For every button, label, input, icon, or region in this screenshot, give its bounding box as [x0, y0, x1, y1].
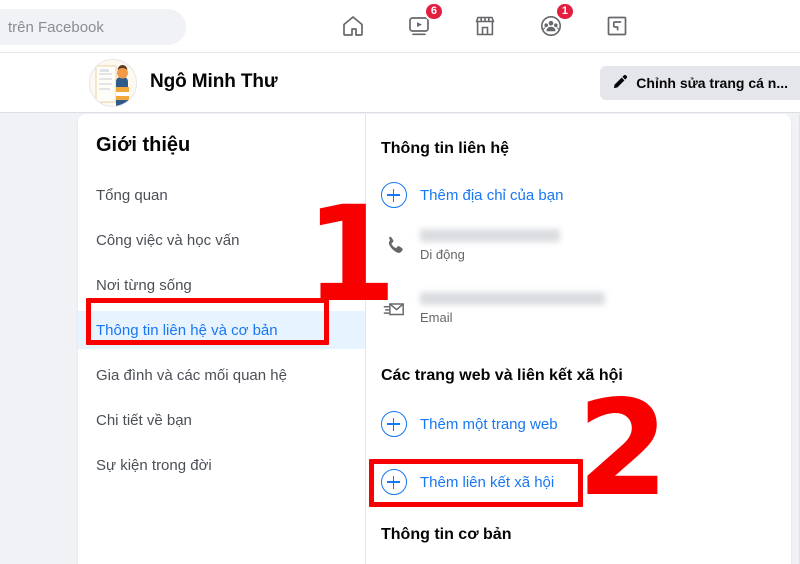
- sidebar-title: Giới thiệu: [96, 134, 191, 156]
- sidebar-item-label: Gia đình và các mối quan hệ: [96, 366, 287, 384]
- profile-header-bar: Ngô Minh Thư Chỉnh sửa trang cá n...: [0, 53, 800, 113]
- plus-icon: [381, 411, 407, 437]
- sidebar-item-label: Công việc và học vấn: [96, 231, 240, 249]
- search-placeholder-text: trên Facebook: [8, 18, 104, 36]
- nav-gaming[interactable]: [584, 0, 650, 52]
- sidebar-item-family-relationships[interactable]: Gia đình và các mối quan hệ: [78, 356, 365, 394]
- nav-watch[interactable]: 6: [386, 0, 452, 52]
- pencil-icon: [613, 74, 628, 92]
- marketplace-icon: [471, 12, 499, 40]
- sidebar-item-label: Nơi từng sống: [96, 276, 192, 294]
- add-website-label: Thêm một trang web: [420, 415, 558, 433]
- annotation-number-1: 1: [305, 178, 397, 332]
- nav-home[interactable]: [320, 0, 386, 52]
- watch-badge-count: 6: [423, 2, 444, 21]
- sidebar-item-life-events[interactable]: Sự kiện trong đời: [78, 446, 365, 484]
- basic-info-heading: Thông tin cơ bản: [381, 526, 512, 543]
- sidebar-item-label: Tổng quan: [96, 186, 168, 204]
- profile-name: Ngô Minh Thư: [150, 71, 278, 92]
- contact-info-heading: Thông tin liên hệ: [381, 140, 509, 157]
- facebook-profile-about-page: trên Facebook 6 1 Ngô Minh Thư Chỉnh sửa…: [0, 0, 800, 564]
- groups-badge-count: 1: [554, 2, 575, 21]
- edit-profile-button[interactable]: Chỉnh sửa trang cá n...: [600, 66, 800, 100]
- add-website-row[interactable]: Thêm một trang web: [381, 411, 558, 437]
- phone-label: Di động: [420, 247, 465, 262]
- nav-marketplace[interactable]: [452, 0, 518, 52]
- sidebar-item-label: Chi tiết về bạn: [96, 411, 192, 429]
- add-address-row[interactable]: Thêm địa chỉ của bạn: [381, 182, 563, 208]
- edit-profile-label: Chỉnh sửa trang cá n...: [636, 75, 788, 91]
- nav-icon-group: 6 1: [320, 0, 800, 52]
- search-input[interactable]: trên Facebook: [0, 9, 186, 45]
- annotation-number-2: 2: [577, 372, 669, 526]
- gaming-icon: [603, 12, 631, 40]
- avatar[interactable]: [89, 59, 137, 107]
- home-icon: [339, 12, 367, 40]
- email-value: [420, 292, 605, 305]
- sidebar-item-details-about-you[interactable]: Chi tiết về bạn: [78, 401, 365, 439]
- annotation-box-step-2: [369, 459, 583, 507]
- top-navigation-bar: trên Facebook 6 1: [0, 0, 800, 53]
- add-address-label: Thêm địa chỉ của bạn: [420, 186, 564, 204]
- email-row: Email: [381, 292, 681, 325]
- nav-groups[interactable]: 1: [518, 0, 584, 52]
- sidebar-item-label: Sự kiện trong đời: [96, 456, 212, 474]
- phone-row: Di động: [381, 229, 661, 262]
- email-label: Email: [420, 310, 453, 325]
- phone-value: [420, 229, 560, 242]
- annotation-box-step-1: [86, 298, 329, 345]
